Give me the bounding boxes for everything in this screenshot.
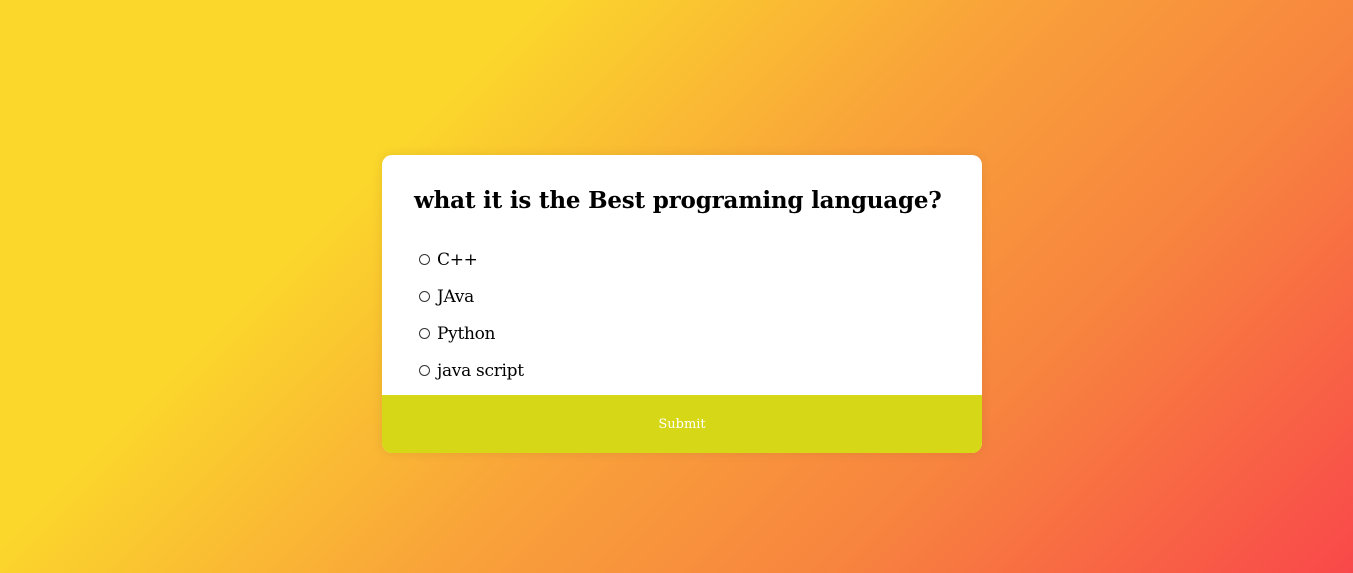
answer-option-label[interactable]: JAva xyxy=(437,287,474,307)
answer-option-label[interactable]: Python xyxy=(437,324,496,344)
radio-button[interactable] xyxy=(419,254,430,265)
radio-button[interactable] xyxy=(419,328,430,339)
answer-option-cpp[interactable]: C++ xyxy=(414,241,950,278)
question-title: what it is the Best programing language? xyxy=(414,187,942,214)
answer-option-label[interactable]: java script xyxy=(437,361,524,381)
submit-button[interactable]: Submit xyxy=(382,395,982,453)
quiz-card: what it is the Best programing language?… xyxy=(382,155,982,453)
answer-option-java[interactable]: JAva xyxy=(414,278,950,315)
radio-button[interactable] xyxy=(419,365,430,376)
answer-option-javascript[interactable]: java script xyxy=(414,352,950,389)
radio-button[interactable] xyxy=(419,291,430,302)
quiz-header: what it is the Best programing language?… xyxy=(382,155,982,395)
answer-option-python[interactable]: Python xyxy=(414,315,950,352)
answer-option-label[interactable]: C++ xyxy=(437,250,478,270)
answer-options: C++ JAva Python java script xyxy=(414,241,950,389)
